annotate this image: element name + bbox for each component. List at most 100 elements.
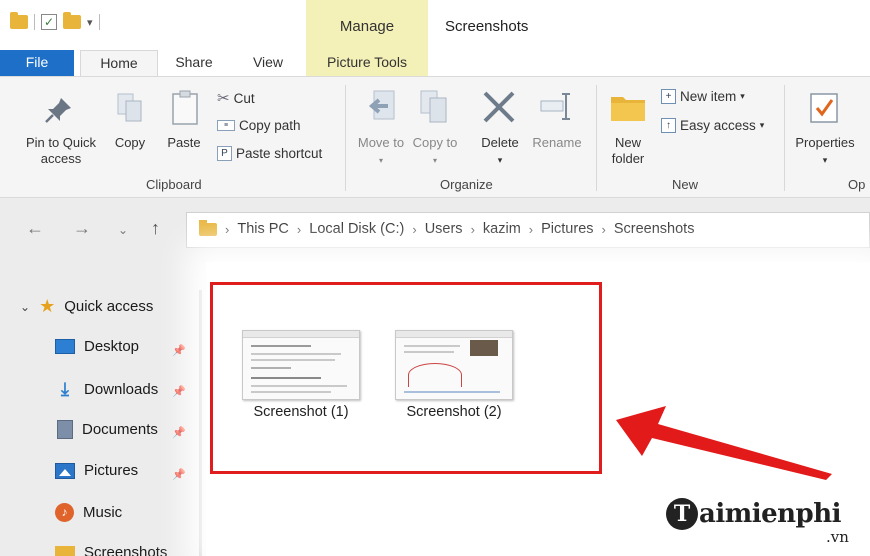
move-to-button[interactable]: Move to ▾ — [355, 135, 407, 169]
star-icon: ★ — [39, 296, 56, 316]
chevron-right-icon: › — [225, 221, 230, 237]
sidebar-item-label: Downloads — [84, 381, 159, 398]
pin-icon: 📌 — [172, 469, 186, 481]
quick-access-toolbar: ✓ ▾ — [10, 12, 100, 30]
forward-arrow-icon[interactable]: → — [73, 218, 91, 239]
chevron-right-icon: › — [470, 221, 475, 237]
title-bar: ✓ ▾ — [0, 0, 870, 50]
copy-to-icon — [420, 90, 447, 123]
breadcrumb-pictures[interactable]: Pictures — [541, 221, 593, 237]
scissors-icon: ✂ — [217, 90, 230, 107]
recent-locations-chevron-icon[interactable]: ⌄ — [118, 223, 128, 237]
sidebar-item-music[interactable]: ♪ Music — [55, 503, 122, 522]
rename-icon — [540, 93, 570, 120]
sidebar-item-label: Screenshots — [84, 544, 168, 556]
new-group-label: New — [672, 177, 699, 192]
tab-picture-tools[interactable]: Picture Tools — [306, 50, 428, 76]
red-arrow-annotation — [616, 406, 832, 480]
easy-access-label: Easy access — [680, 118, 756, 133]
address-bar[interactable]: › This PC › Local Disk (C:) › Users › ka… — [186, 212, 870, 248]
sidebar-item-label: Documents — [82, 421, 158, 438]
rename-button[interactable]: Rename — [526, 135, 588, 151]
group-divider — [596, 85, 597, 191]
tab-share[interactable]: Share — [164, 50, 224, 76]
navigation-bar: ← → ⌄ ↑ › This PC › Local Disk (C:) › Us… — [0, 198, 870, 260]
copy-path-label: Copy path — [239, 118, 301, 133]
customize-toolbar-dropdown-icon[interactable]: ▾ — [87, 16, 93, 29]
sidebar-item-quick-access[interactable]: ⌄ ★ Quick access — [20, 296, 153, 317]
paste-shortcut-button[interactable]: P Paste shortcut — [217, 146, 322, 161]
clipboard-group-label: Clipboard — [146, 177, 202, 192]
new-folder-icon — [611, 97, 645, 121]
sidebar-item-label: Music — [83, 504, 123, 521]
music-icon: ♪ — [55, 503, 74, 522]
divider — [98, 14, 100, 30]
tab-view[interactable]: View — [240, 50, 296, 76]
delete-x-icon — [483, 91, 515, 123]
navigation-pane-scrollbar[interactable] — [199, 290, 202, 556]
highlight-box — [210, 282, 602, 474]
chevron-right-icon: › — [601, 221, 606, 237]
breadcrumb-users[interactable]: Users — [425, 221, 463, 237]
breadcrumb: › This PC › Local Disk (C:) › Users › ka… — [199, 219, 695, 237]
logo-text: aimienphi — [699, 499, 842, 529]
pin-icon — [45, 98, 71, 123]
sidebar-item-documents[interactable]: Documents — [57, 420, 158, 439]
move-to-icon — [368, 90, 395, 120]
pin-icon: 📌 — [172, 345, 186, 357]
ribbon-tabs: File Home Share View Picture Tools — [0, 50, 870, 76]
tab-home[interactable]: Home — [80, 50, 158, 76]
sidebar-item-screenshots[interactable]: Screenshots — [55, 544, 167, 556]
new-item-icon: + — [661, 89, 676, 104]
paste-shortcut-label: Paste shortcut — [236, 146, 323, 161]
copy-to-button[interactable]: Copy to ▾ — [409, 135, 461, 169]
breadcrumb-this-pc[interactable]: This PC — [237, 221, 289, 237]
sidebar-item-label: Desktop — [84, 338, 140, 355]
download-icon: ⤓ — [61, 379, 69, 399]
delete-button[interactable]: Delete ▾ — [474, 135, 526, 168]
properties-check-icon[interactable]: ✓ — [41, 14, 57, 30]
folder-icon[interactable] — [10, 12, 28, 29]
back-arrow-icon[interactable]: ← — [26, 218, 44, 239]
cut-button[interactable]: ✂ Cut — [217, 89, 255, 107]
copy-button[interactable]: Copy — [108, 135, 152, 151]
new-item-label: New item — [680, 89, 737, 104]
breadcrumb-local-disk[interactable]: Local Disk (C:) — [309, 221, 404, 237]
logo-domain: .vn — [826, 528, 849, 546]
sidebar-item-label: Quick access — [64, 298, 154, 315]
pin-to-quick-access-button[interactable]: Pin to Quick access — [16, 135, 106, 167]
new-folder-button[interactable]: New folder — [603, 135, 653, 167]
expand-chevron-icon[interactable]: ⌄ — [20, 300, 30, 314]
folder-icon — [199, 219, 217, 236]
logo-mark: T — [666, 498, 698, 530]
tab-file[interactable]: File — [0, 50, 74, 76]
new-item-button[interactable]: + New item ▾ — [661, 89, 745, 104]
group-divider — [345, 85, 346, 191]
manage-context-label[interactable]: Manage — [306, 18, 428, 35]
navigation-pane: ⌄ ★ Quick access Desktop 📌 ⤓ Downloads 📌… — [0, 260, 204, 556]
organize-group-label: Organize — [440, 177, 493, 192]
pin-icon: 📌 — [172, 427, 186, 439]
sidebar-item-downloads[interactable]: ⤓ Downloads — [55, 379, 158, 400]
breadcrumb-kazim[interactable]: kazim — [483, 221, 521, 237]
easy-access-icon: ↑ — [661, 118, 676, 133]
sidebar-item-pictures[interactable]: Pictures — [55, 462, 138, 479]
chevron-down-icon: ▾ — [759, 120, 765, 130]
desktop-icon — [55, 339, 75, 354]
folder-icon — [55, 545, 75, 556]
paste-button[interactable]: Paste — [161, 135, 207, 151]
easy-access-button[interactable]: ↑ Easy access ▾ — [661, 118, 764, 133]
open-group-label: Op — [848, 177, 866, 192]
properties-button[interactable]: Properties ▾ — [789, 135, 861, 168]
pin-icon: 📌 — [172, 386, 186, 398]
breadcrumb-screenshots[interactable]: Screenshots — [614, 221, 695, 237]
copy-to-label: Copy to — [412, 135, 458, 150]
move-to-label: Move to — [357, 135, 405, 150]
new-folder-icon[interactable] — [63, 12, 81, 29]
properties-label: Properties — [795, 135, 855, 150]
up-arrow-icon[interactable]: ↑ — [151, 218, 160, 239]
copy-path-button[interactable]: ≡ Copy path — [217, 118, 301, 133]
window-title: Screenshots — [445, 18, 529, 35]
sidebar-item-desktop[interactable]: Desktop — [55, 338, 139, 355]
chevron-down-icon: ▾ — [740, 91, 745, 101]
